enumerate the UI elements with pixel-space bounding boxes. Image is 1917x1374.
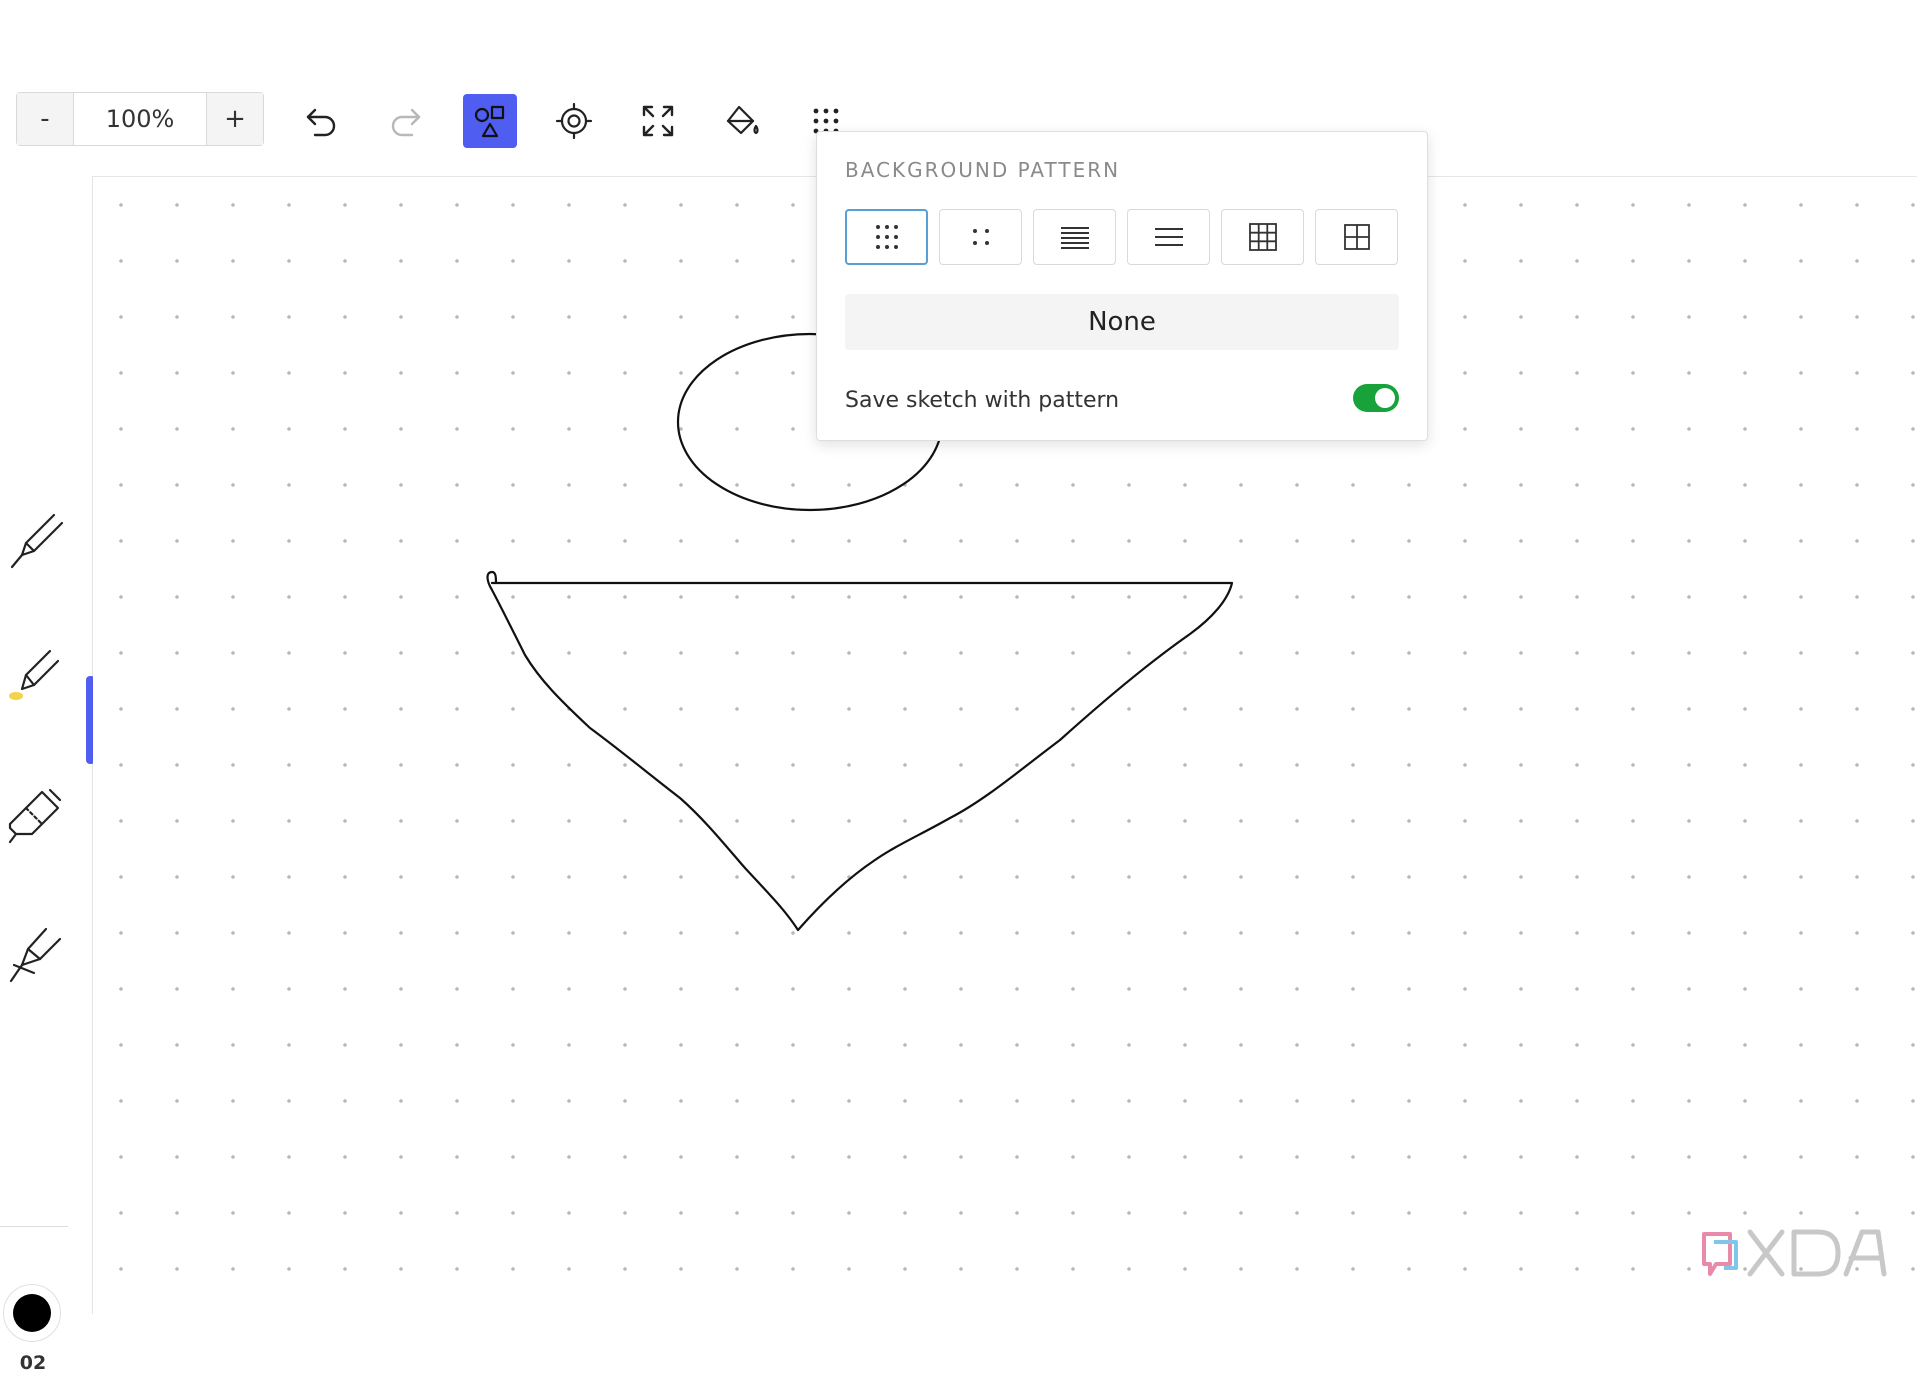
sparse-grid-icon xyxy=(1343,224,1370,250)
pen-icon xyxy=(10,513,64,569)
pattern-dense-grid[interactable] xyxy=(1221,209,1304,265)
save-with-pattern-toggle[interactable] xyxy=(1353,384,1399,412)
eraser-icon xyxy=(8,788,62,844)
dense-grid-icon xyxy=(1248,223,1277,251)
crosshair-icon xyxy=(555,102,593,140)
sparse-dots-icon xyxy=(972,229,989,245)
highlighter-icon xyxy=(9,649,60,700)
shapes-button[interactable] xyxy=(463,94,517,148)
zoom-level-value[interactable]: 100% xyxy=(74,93,206,145)
recenter-button[interactable] xyxy=(547,94,601,148)
zoom-in-button[interactable]: + xyxy=(206,93,263,145)
pen-tool[interactable] xyxy=(4,507,66,577)
rail-divider xyxy=(0,1226,68,1227)
xda-watermark-logo xyxy=(1702,1229,1887,1277)
stroke-size-label[interactable]: 02 xyxy=(0,1352,66,1374)
highlighter-tool[interactable] xyxy=(4,643,66,713)
dense-lines-icon xyxy=(1060,227,1089,249)
popover-title: BACKGROUND PATTERN xyxy=(845,158,1121,182)
fullscreen-button[interactable] xyxy=(631,94,685,148)
fullscreen-icon xyxy=(642,105,674,137)
background-pattern-popover: BACKGROUND PATTERN None Save sketch with… xyxy=(816,131,1428,441)
calligraphy-pen-icon xyxy=(9,927,62,983)
zoom-control: - 100% + xyxy=(16,92,264,146)
pattern-sparse-grid[interactable] xyxy=(1315,209,1398,265)
zoom-out-button[interactable]: - xyxy=(17,93,74,145)
undo-button[interactable] xyxy=(295,94,349,148)
redo-icon xyxy=(391,108,421,137)
pattern-dense-dots[interactable] xyxy=(845,209,928,265)
current-color xyxy=(13,1294,51,1332)
shapes-icon xyxy=(474,105,505,138)
calligraphy-pen-tool[interactable] xyxy=(4,921,66,991)
fill-bucket-icon xyxy=(726,105,759,135)
pattern-options xyxy=(845,209,1398,265)
undo-icon xyxy=(306,108,336,137)
sparse-lines-icon xyxy=(1154,228,1183,246)
color-picker[interactable] xyxy=(3,1284,61,1342)
fill-button[interactable] xyxy=(715,94,769,148)
pen-rail: 02 xyxy=(0,176,95,1374)
pattern-dense-lines[interactable] xyxy=(1033,209,1116,265)
eraser-tool[interactable] xyxy=(4,782,66,852)
save-with-pattern-label: Save sketch with pattern xyxy=(845,388,1120,413)
pattern-sparse-dots[interactable] xyxy=(939,209,1022,265)
pattern-sparse-lines[interactable] xyxy=(1127,209,1210,265)
redo-button[interactable] xyxy=(378,94,432,148)
toggle-knob xyxy=(1375,388,1395,408)
pattern-none-button[interactable]: None xyxy=(845,294,1399,350)
dense-dots-icon xyxy=(875,225,898,249)
